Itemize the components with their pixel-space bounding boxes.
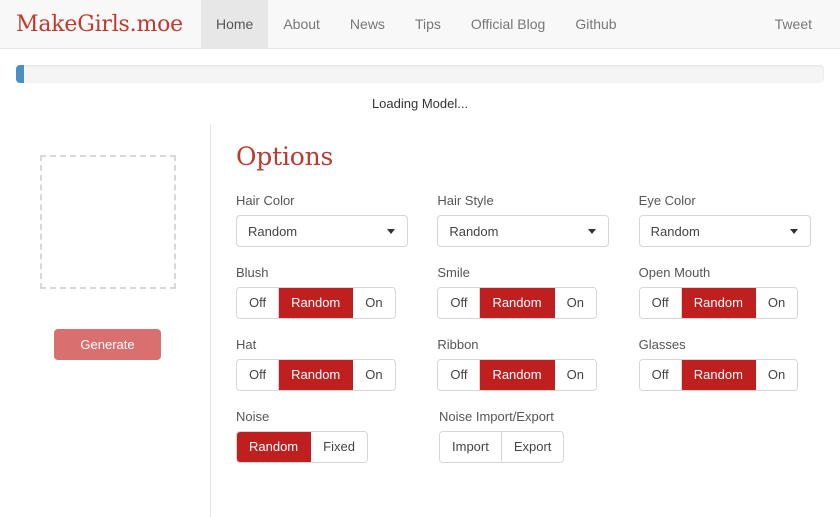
blush-on-button[interactable]: On bbox=[353, 288, 395, 318]
blush-off-button[interactable]: Off bbox=[237, 288, 280, 318]
option-group-ribbon: Ribbon Off Random On bbox=[437, 337, 638, 391]
nav-item-home[interactable]: Home bbox=[200, 0, 269, 48]
loading-status-text: Loading Model... bbox=[371, 96, 469, 111]
brand-logo[interactable]: MakeGirls.moe bbox=[0, 0, 201, 48]
nav-item-news[interactable]: News bbox=[335, 0, 400, 48]
option-group-noise: Noise Random Fixed bbox=[236, 409, 439, 463]
nav-item-tips[interactable]: Tips bbox=[400, 0, 456, 48]
options-row-face: Blush Off Random On Smile Off Random On Open Mou… bbox=[236, 265, 840, 319]
ribbon-off-button[interactable]: Off bbox=[438, 360, 481, 390]
smile-random-button[interactable]: Random bbox=[480, 288, 555, 318]
hat-random-button[interactable]: Random bbox=[279, 360, 354, 390]
noise-random-button[interactable]: Random bbox=[237, 432, 312, 462]
ribbon-on-button[interactable]: On bbox=[554, 360, 596, 390]
option-label-open-mouth: Open Mouth bbox=[638, 265, 711, 280]
open-mouth-on-button[interactable]: On bbox=[755, 288, 798, 318]
open-mouth-off-button[interactable]: Off bbox=[639, 288, 682, 318]
smile-off-button[interactable]: Off bbox=[438, 288, 481, 318]
options-row-selects: Hair Color Random Hair Style Random Eye Colo… bbox=[236, 193, 840, 247]
noise-import-export-export-button[interactable]: Export bbox=[501, 432, 564, 462]
tweet-link[interactable]: Tweet bbox=[775, 16, 812, 32]
nav-right: Tweet bbox=[775, 0, 840, 48]
option-label-blush: Blush bbox=[236, 265, 269, 280]
option-group-hat: Hat Off Random On bbox=[236, 337, 437, 391]
select-value: Random bbox=[248, 223, 298, 239]
glasses-off-button[interactable]: Off bbox=[639, 360, 682, 390]
option-label-glasses: Glasses bbox=[638, 337, 686, 352]
option-group-glasses: Glasses Off Random On bbox=[638, 337, 840, 391]
button-group-noise: Random Fixed bbox=[236, 431, 368, 463]
preview-panel: Generate bbox=[0, 124, 211, 517]
image-placeholder bbox=[40, 155, 176, 289]
option-group-blush: Blush Off Random On bbox=[236, 265, 437, 319]
option-label-eye-color: Eye Color bbox=[638, 193, 696, 208]
button-group-noise-import-export: Import Export bbox=[439, 431, 565, 463]
loading-progress-bar bbox=[16, 65, 824, 83]
option-group-hair-color: Hair Color Random bbox=[236, 193, 437, 247]
nav-item-about[interactable]: About bbox=[268, 0, 335, 48]
options-panel: Options Hair Color Random Hair Style Random… bbox=[211, 124, 840, 517]
button-group-ribbon: Off Random On bbox=[437, 359, 597, 391]
select-hair-style[interactable]: Random bbox=[437, 215, 610, 247]
option-label-hat: Hat bbox=[236, 337, 257, 352]
button-group-blush: Off Random On bbox=[236, 287, 396, 319]
option-label-noise-import-export: Noise Import/Export bbox=[439, 409, 554, 424]
progress-fill bbox=[16, 65, 25, 83]
select-value: Random bbox=[449, 223, 499, 239]
glasses-on-button[interactable]: On bbox=[755, 360, 798, 390]
option-label-hair-style: Hair Style bbox=[437, 193, 494, 208]
button-group-glasses: Off Random On bbox=[638, 359, 799, 391]
option-group-open-mouth: Open Mouth Off Random On bbox=[638, 265, 840, 319]
option-label-ribbon: Ribbon bbox=[437, 337, 479, 352]
chevron-down-icon bbox=[588, 229, 597, 234]
chevron-down-icon bbox=[789, 229, 798, 234]
open-mouth-random-button[interactable]: Random bbox=[681, 288, 756, 318]
option-group-smile: Smile Off Random On bbox=[437, 265, 638, 319]
select-hair-color[interactable]: Random bbox=[236, 215, 408, 247]
main-content: Generate Options Hair Color Random Hair St… bbox=[0, 124, 840, 517]
button-group-hat: Off Random On bbox=[236, 359, 396, 391]
button-group-smile: Off Random On bbox=[437, 287, 597, 319]
nav-item-official-blog[interactable]: Official Blog bbox=[456, 0, 560, 48]
hat-off-button[interactable]: Off bbox=[237, 360, 280, 390]
noise-import-export-import-button[interactable]: Import bbox=[440, 432, 502, 462]
option-label-noise: Noise bbox=[236, 409, 270, 424]
options-row-accessories: Hat Off Random On Ribbon Off Random On Glasses Of… bbox=[236, 337, 840, 391]
blush-random-button[interactable]: Random bbox=[279, 288, 354, 318]
option-group-eye-color: Eye Color Random bbox=[638, 193, 840, 247]
options-title: Options bbox=[236, 142, 334, 171]
navbar: MakeGirls.moe Home About News Tips Official … bbox=[0, 0, 840, 49]
option-group-noise-import-export: Noise Import/Export Import Export bbox=[439, 409, 642, 463]
glasses-random-button[interactable]: Random bbox=[681, 360, 756, 390]
smile-on-button[interactable]: On bbox=[554, 288, 596, 318]
button-group-open-mouth: Off Random On bbox=[638, 287, 799, 319]
option-label-hair-color: Hair Color bbox=[236, 193, 295, 208]
hat-on-button[interactable]: On bbox=[353, 360, 395, 390]
nav-links: Home About News Tips Official Blog Github bbox=[200, 0, 775, 48]
generate-button[interactable]: Generate bbox=[54, 329, 161, 360]
nav-item-github[interactable]: Github bbox=[560, 0, 631, 48]
select-eye-color[interactable]: Random bbox=[638, 215, 811, 247]
options-row-noise: Noise Random Fixed Noise Import/Export Impor… bbox=[236, 409, 840, 463]
noise-fixed-button[interactable]: Fixed bbox=[311, 432, 367, 462]
ribbon-random-button[interactable]: Random bbox=[480, 360, 555, 390]
option-group-hair-style: Hair Style Random bbox=[437, 193, 638, 247]
select-value: Random bbox=[650, 223, 700, 239]
option-label-smile: Smile bbox=[437, 265, 470, 280]
chevron-down-icon bbox=[387, 229, 395, 234]
